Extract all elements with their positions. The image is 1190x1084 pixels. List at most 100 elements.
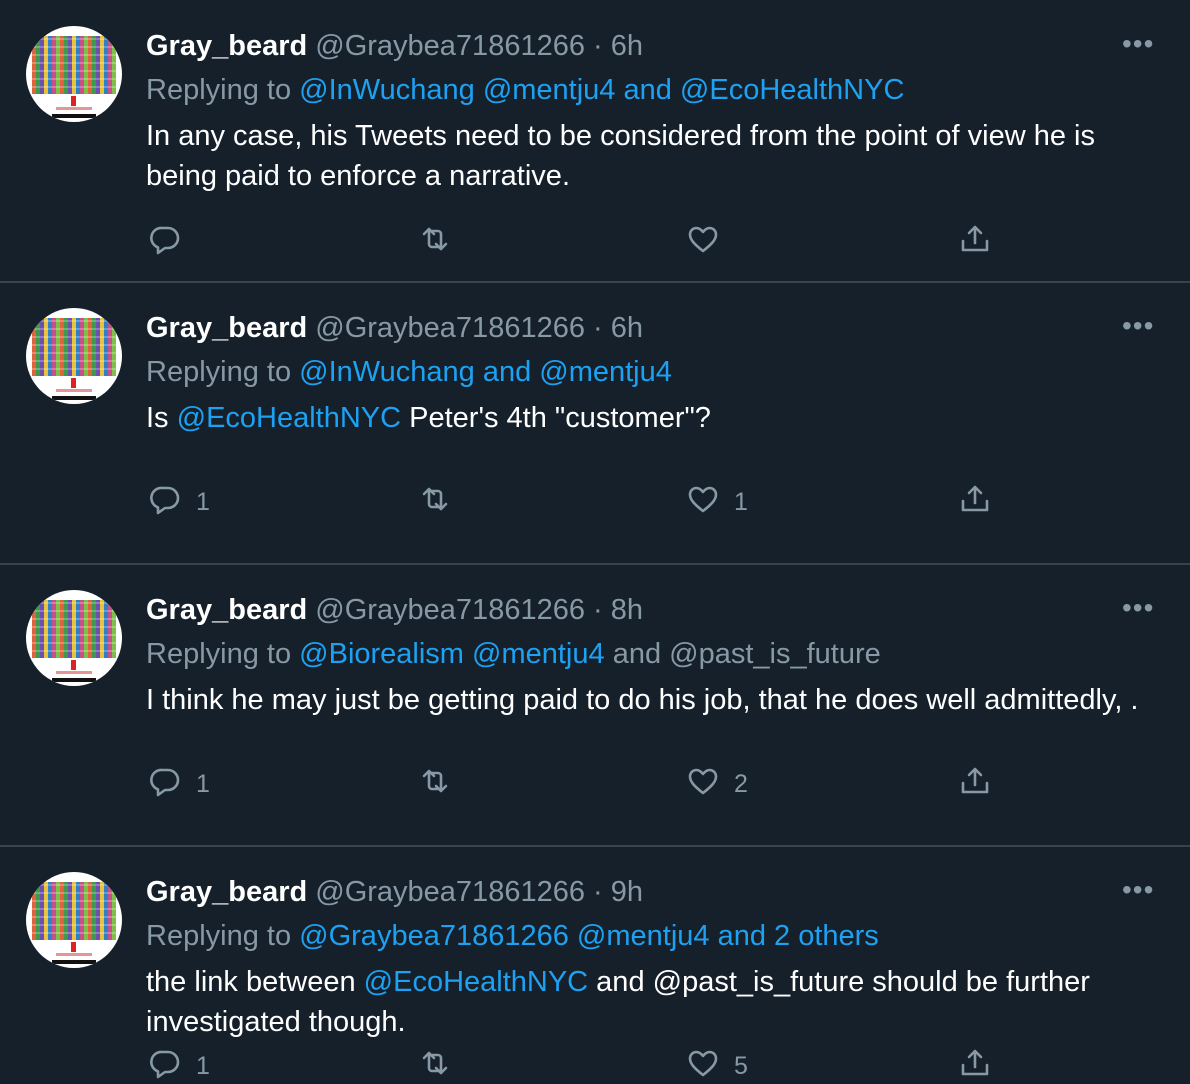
tweet-text: In any case, his Tweets need to be consi… [146,116,1146,196]
display-name[interactable]: Gray_beard [146,312,307,344]
share-icon [958,764,992,805]
more-icon[interactable]: ••• [1122,594,1154,622]
user-handle[interactable]: @Graybea71861266 [315,594,585,626]
retweet-icon [418,482,452,523]
share-button[interactable] [958,764,992,805]
avatar-marker [71,378,76,388]
avatar-marker [71,942,76,952]
replying-to-label: Replying to [146,356,292,388]
display-name[interactable]: Gray_beard [146,594,307,626]
tweet-header: Gray_beard @Graybea71861266 · 9h [146,874,643,910]
avatar-base [52,678,96,682]
more-icon[interactable]: ••• [1122,312,1154,340]
timestamp[interactable]: 9h [611,876,643,908]
like-count: 5 [734,1052,748,1080]
mention-link[interactable]: @InWuchang @mentju4 and @EcoHealthNYC [299,74,904,106]
tweet-actions: 12 [0,764,1190,804]
avatar[interactable] [26,26,122,122]
avatar[interactable] [26,872,122,968]
tweet-text: Is @EcoHealthNYC Peter's 4th "customer"? [146,398,1146,438]
like-icon [686,222,720,263]
share-icon [958,222,992,263]
share-icon [958,482,992,523]
avatar-marker [71,660,76,670]
tweet-actions: 11 [0,482,1190,522]
timestamp[interactable]: 8h [611,594,643,626]
display-name[interactable]: Gray_beard [146,30,307,62]
retweet-button[interactable] [418,764,452,805]
like-button[interactable]: 1 [686,482,748,523]
timestamp[interactable]: 6h [611,30,643,62]
user-handle[interactable]: @Graybea71861266 [315,30,585,62]
tweet-text-segment: the link between [146,966,364,998]
replying-to-line: Replying to @Biorealism @mentju4 and @pa… [146,636,881,672]
mention-link[interactable]: @Biorealism @mentju4 [299,638,604,670]
user-handle[interactable]: @Graybea71861266 [315,876,585,908]
tweet-header: Gray_beard @Graybea71861266 · 6h [146,28,643,64]
tweet: Gray_beard @Graybea71861266 · 9h ••• Reply… [0,846,1190,1084]
like-button[interactable]: 2 [686,764,748,805]
retweet-icon [418,1046,452,1084]
like-button[interactable] [686,222,734,263]
reply-icon [148,482,182,523]
reply-button[interactable] [148,222,196,263]
timestamp[interactable]: 6h [611,312,643,344]
mention-link[interactable]: @EcoHealthNYC [364,966,588,998]
reply-icon [148,764,182,805]
avatar-caption [56,953,92,956]
more-icon[interactable]: ••• [1122,30,1154,58]
tweet-text: the link between @EcoHealthNYC and @past… [146,962,1146,1042]
tweet: Gray_beard @Graybea71861266 · 8h ••• Reply… [0,564,1190,847]
like-button[interactable]: 5 [686,1046,748,1084]
replying-to-line: Replying to @InWuchang @mentju4 and @Eco… [146,72,904,108]
replying-to-line: Replying to @InWuchang and @mentju4 [146,354,672,390]
user-handle[interactable]: @Graybea71861266 [315,312,585,344]
tweet-feed: Gray_beard @Graybea71861266 · 6h ••• Reply… [0,0,1190,1084]
separator-dot: · [593,312,603,344]
more-icon[interactable]: ••• [1122,876,1154,904]
reply-text: and @past_is_future [604,638,881,670]
tweet-header: Gray_beard @Graybea71861266 · 8h [146,592,643,628]
retweet-icon [418,222,452,263]
avatar-bands [32,600,116,658]
tweet: Gray_beard @Graybea71861266 · 6h ••• Reply… [0,282,1190,565]
avatar-bands [32,318,116,376]
reply-count: 1 [196,770,210,798]
avatar[interactable] [26,308,122,404]
reply-button[interactable]: 1 [148,482,210,523]
replying-to-label: Replying to [146,920,292,952]
tweet-actions [0,222,1190,262]
tweet-text-segment: Is [146,402,177,434]
replying-to-line: Replying to @Graybea71861266 @mentju4 an… [146,918,879,954]
share-button[interactable] [958,1046,992,1084]
tweet-text-segment: Peter's 4th "customer"? [401,402,711,434]
like-icon [686,764,720,805]
mention-link[interactable]: @Graybea71861266 @mentju4 and 2 others [299,920,879,952]
replying-to-label: Replying to [146,74,292,106]
like-icon [686,482,720,523]
tweet-actions: 15 [0,1046,1190,1084]
avatar-bands [32,882,116,940]
mention-link[interactable]: @EcoHealthNYC [177,402,401,434]
display-name[interactable]: Gray_beard [146,876,307,908]
like-count: 1 [734,488,748,516]
share-button[interactable] [958,482,992,523]
reply-count: 1 [196,1052,210,1080]
avatar[interactable] [26,590,122,686]
share-icon [958,1046,992,1084]
avatar-marker [71,96,76,106]
avatar-caption [56,389,92,392]
like-icon [686,1046,720,1084]
retweet-button[interactable] [418,482,452,523]
retweet-button[interactable] [418,1046,452,1084]
mention-link[interactable]: @InWuchang and @mentju4 [299,356,672,388]
reply-button[interactable]: 1 [148,1046,210,1084]
reply-button[interactable]: 1 [148,764,210,805]
reply-count: 1 [196,488,210,516]
avatar-caption [56,107,92,110]
retweet-button[interactable] [418,222,452,263]
reply-icon [148,1046,182,1084]
share-button[interactable] [958,222,992,263]
separator-dot: · [593,876,603,908]
avatar-bands [32,36,116,94]
